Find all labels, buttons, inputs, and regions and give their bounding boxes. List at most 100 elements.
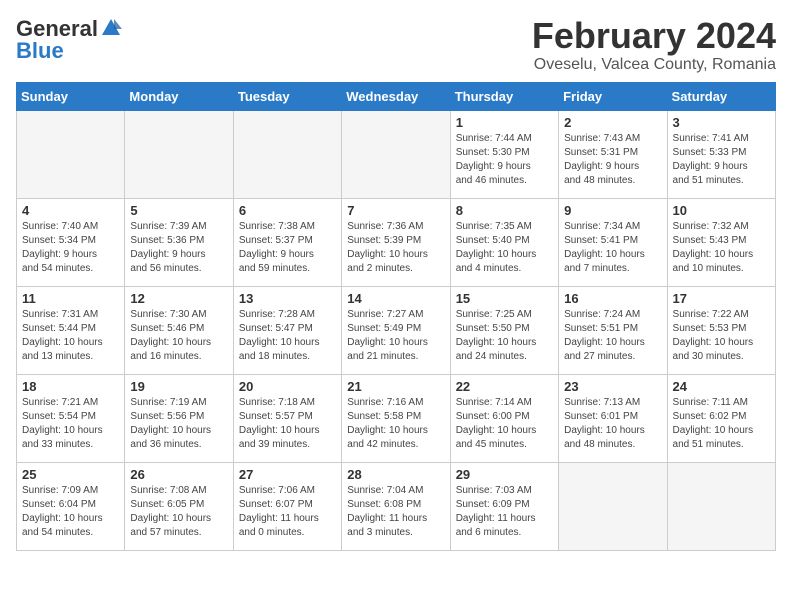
day-info: Sunrise: 7:14 AM Sunset: 6:00 PM Dayligh…: [456, 396, 553, 452]
day-number: 19: [130, 379, 227, 394]
calendar-cell: 24 Sunrise: 7:11 AM Sunset: 6:02 PM Dayli…: [667, 374, 775, 462]
calendar-cell: 26 Sunrise: 7:08 AM Sunset: 6:05 PM Dayli…: [125, 462, 233, 550]
day-number: 17: [673, 291, 770, 306]
calendar-cell: 12 Sunrise: 7:30 AM Sunset: 5:46 PM Dayli…: [125, 286, 233, 374]
calendar-cell: 10 Sunrise: 7:32 AM Sunset: 5:43 PM Dayli…: [667, 198, 775, 286]
calendar-cell: 20 Sunrise: 7:18 AM Sunset: 5:57 PM Dayli…: [233, 374, 341, 462]
calendar-table: SundayMondayTuesdayWednesdayThursdayFrid…: [16, 82, 776, 551]
day-info: Sunrise: 7:19 AM Sunset: 5:56 PM Dayligh…: [130, 396, 227, 452]
calendar-cell: [17, 110, 125, 198]
calendar-cell: [342, 110, 450, 198]
title-area: February 2024 Oveselu, Valcea County, Ro…: [532, 16, 776, 74]
week-row-3: 11 Sunrise: 7:31 AM Sunset: 5:44 PM Dayli…: [17, 286, 776, 374]
day-info: Sunrise: 7:11 AM Sunset: 6:02 PM Dayligh…: [673, 396, 770, 452]
calendar-cell: 13 Sunrise: 7:28 AM Sunset: 5:47 PM Dayli…: [233, 286, 341, 374]
day-info: Sunrise: 7:08 AM Sunset: 6:05 PM Dayligh…: [130, 484, 227, 540]
calendar-cell: 2 Sunrise: 7:43 AM Sunset: 5:31 PM Daylig…: [559, 110, 667, 198]
calendar-cell: [233, 110, 341, 198]
weekday-header-tuesday: Tuesday: [233, 82, 341, 110]
week-row-1: 1 Sunrise: 7:44 AM Sunset: 5:30 PM Daylig…: [17, 110, 776, 198]
day-info: Sunrise: 7:43 AM Sunset: 5:31 PM Dayligh…: [564, 132, 661, 188]
calendar-cell: 29Sunrise: 7:03 AM Sunset: 6:09 PM Dayli…: [450, 462, 558, 550]
day-info: Sunrise: 7:06 AM Sunset: 6:07 PM Dayligh…: [239, 484, 336, 540]
calendar-cell: 23Sunrise: 7:13 AM Sunset: 6:01 PM Dayli…: [559, 374, 667, 462]
logo-blue: Blue: [16, 38, 64, 64]
day-info: Sunrise: 7:34 AM Sunset: 5:41 PM Dayligh…: [564, 220, 661, 276]
day-info: Sunrise: 7:36 AM Sunset: 5:39 PM Dayligh…: [347, 220, 444, 276]
day-number: 6: [239, 203, 336, 218]
calendar-cell: 27 Sunrise: 7:06 AM Sunset: 6:07 PM Dayli…: [233, 462, 341, 550]
day-number: 18: [22, 379, 119, 394]
calendar-cell: 18 Sunrise: 7:21 AM Sunset: 5:54 PM Dayli…: [17, 374, 125, 462]
day-number: 8: [456, 203, 553, 218]
day-number: 3: [673, 115, 770, 130]
day-number: 20: [239, 379, 336, 394]
calendar-cell: 25Sunrise: 7:09 AM Sunset: 6:04 PM Dayli…: [17, 462, 125, 550]
day-number: 1: [456, 115, 553, 130]
calendar-cell: 17 Sunrise: 7:22 AM Sunset: 5:53 PM Dayli…: [667, 286, 775, 374]
day-info: Sunrise: 7:24 AM Sunset: 5:51 PM Dayligh…: [564, 308, 661, 364]
day-info: Sunrise: 7:22 AM Sunset: 5:53 PM Dayligh…: [673, 308, 770, 364]
day-number: 27: [239, 467, 336, 482]
day-number: 15: [456, 291, 553, 306]
calendar-cell: 7Sunrise: 7:36 AM Sunset: 5:39 PM Daylig…: [342, 198, 450, 286]
week-row-2: 4 Sunrise: 7:40 AM Sunset: 5:34 PM Daylig…: [17, 198, 776, 286]
calendar-cell: [125, 110, 233, 198]
weekday-header-saturday: Saturday: [667, 82, 775, 110]
logo: General Blue: [16, 16, 122, 64]
day-number: 11: [22, 291, 119, 306]
day-number: 21: [347, 379, 444, 394]
day-number: 14: [347, 291, 444, 306]
day-info: Sunrise: 7:03 AM Sunset: 6:09 PM Dayligh…: [456, 484, 553, 540]
day-info: Sunrise: 7:32 AM Sunset: 5:43 PM Dayligh…: [673, 220, 770, 276]
day-info: Sunrise: 7:35 AM Sunset: 5:40 PM Dayligh…: [456, 220, 553, 276]
calendar-cell: 9Sunrise: 7:34 AM Sunset: 5:41 PM Daylig…: [559, 198, 667, 286]
day-number: 28: [347, 467, 444, 482]
location-title: Oveselu, Valcea County, Romania: [532, 56, 776, 74]
day-number: 26: [130, 467, 227, 482]
header: General Blue February 2024 Oveselu, Valc…: [16, 16, 776, 74]
day-number: 24: [673, 379, 770, 394]
week-row-5: 25Sunrise: 7:09 AM Sunset: 6:04 PM Dayli…: [17, 462, 776, 550]
day-info: Sunrise: 7:30 AM Sunset: 5:46 PM Dayligh…: [130, 308, 227, 364]
day-info: Sunrise: 7:18 AM Sunset: 5:57 PM Dayligh…: [239, 396, 336, 452]
calendar-cell: 1 Sunrise: 7:44 AM Sunset: 5:30 PM Daylig…: [450, 110, 558, 198]
day-number: 12: [130, 291, 227, 306]
calendar-cell: [667, 462, 775, 550]
day-number: 10: [673, 203, 770, 218]
day-info: Sunrise: 7:44 AM Sunset: 5:30 PM Dayligh…: [456, 132, 553, 188]
day-number: 13: [239, 291, 336, 306]
day-info: Sunrise: 7:38 AM Sunset: 5:37 PM Dayligh…: [239, 220, 336, 276]
week-row-4: 18 Sunrise: 7:21 AM Sunset: 5:54 PM Dayli…: [17, 374, 776, 462]
calendar-cell: 6 Sunrise: 7:38 AM Sunset: 5:37 PM Daylig…: [233, 198, 341, 286]
calendar-cell: [559, 462, 667, 550]
day-info: Sunrise: 7:21 AM Sunset: 5:54 PM Dayligh…: [22, 396, 119, 452]
day-info: Sunrise: 7:31 AM Sunset: 5:44 PM Dayligh…: [22, 308, 119, 364]
day-info: Sunrise: 7:04 AM Sunset: 6:08 PM Dayligh…: [347, 484, 444, 540]
calendar-cell: 16 Sunrise: 7:24 AM Sunset: 5:51 PM Dayli…: [559, 286, 667, 374]
day-info: Sunrise: 7:09 AM Sunset: 6:04 PM Dayligh…: [22, 484, 119, 540]
day-info: Sunrise: 7:16 AM Sunset: 5:58 PM Dayligh…: [347, 396, 444, 452]
weekday-header-row: SundayMondayTuesdayWednesdayThursdayFrid…: [17, 82, 776, 110]
weekday-header-wednesday: Wednesday: [342, 82, 450, 110]
calendar-cell: 22Sunrise: 7:14 AM Sunset: 6:00 PM Dayli…: [450, 374, 558, 462]
calendar-cell: 5Sunrise: 7:39 AM Sunset: 5:36 PM Daylig…: [125, 198, 233, 286]
day-info: Sunrise: 7:13 AM Sunset: 6:01 PM Dayligh…: [564, 396, 661, 452]
day-number: 5: [130, 203, 227, 218]
weekday-header-sunday: Sunday: [17, 82, 125, 110]
weekday-header-monday: Monday: [125, 82, 233, 110]
weekday-header-thursday: Thursday: [450, 82, 558, 110]
calendar-cell: 19 Sunrise: 7:19 AM Sunset: 5:56 PM Dayli…: [125, 374, 233, 462]
calendar-cell: 14Sunrise: 7:27 AM Sunset: 5:49 PM Dayli…: [342, 286, 450, 374]
day-info: Sunrise: 7:28 AM Sunset: 5:47 PM Dayligh…: [239, 308, 336, 364]
day-number: 4: [22, 203, 119, 218]
weekday-header-friday: Friday: [559, 82, 667, 110]
day-number: 2: [564, 115, 661, 130]
logo-icon: [100, 17, 122, 39]
calendar-cell: 21 Sunrise: 7:16 AM Sunset: 5:58 PM Dayli…: [342, 374, 450, 462]
day-info: Sunrise: 7:25 AM Sunset: 5:50 PM Dayligh…: [456, 308, 553, 364]
day-number: 16: [564, 291, 661, 306]
calendar-cell: 15 Sunrise: 7:25 AM Sunset: 5:50 PM Dayli…: [450, 286, 558, 374]
day-info: Sunrise: 7:41 AM Sunset: 5:33 PM Dayligh…: [673, 132, 770, 188]
day-info: Sunrise: 7:40 AM Sunset: 5:34 PM Dayligh…: [22, 220, 119, 276]
